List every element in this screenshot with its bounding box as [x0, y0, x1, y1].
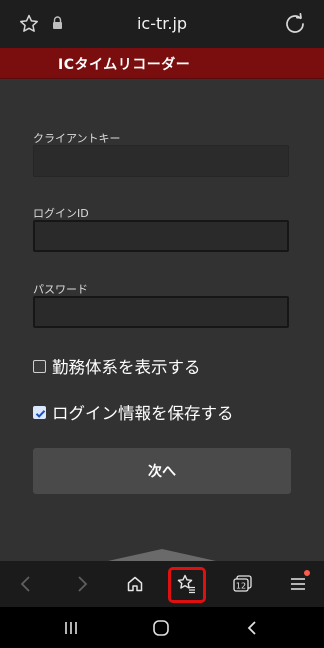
app-title: ICタイムリコーダー	[58, 57, 191, 73]
url-text[interactable]: ic-tr.jp	[0, 14, 324, 33]
system-home-button[interactable]	[139, 607, 183, 648]
save-login-row[interactable]: ログイン情報を保存する	[33, 401, 234, 423]
address-bar: ic-tr.jp	[0, 0, 324, 48]
show-work-system-label[interactable]: 勤務体系を表示する	[52, 354, 201, 378]
login-id-label: ログインID	[33, 207, 89, 220]
recent-apps-icon	[65, 621, 77, 634]
notification-dot	[304, 570, 310, 576]
tabs-icon: 12	[233, 575, 252, 592]
scroll-indicator	[108, 549, 216, 561]
app-header: ICタイムリコーダー	[0, 48, 324, 79]
back-arrow-icon	[20, 576, 30, 592]
password-label: パスワード	[33, 283, 88, 296]
next-button[interactable]: 次へ	[33, 448, 291, 494]
client-key-label: クライアントキー	[33, 132, 121, 145]
save-login-checkbox[interactable]	[33, 405, 46, 419]
client-key-input[interactable]	[33, 145, 289, 177]
password-input[interactable]	[33, 296, 289, 328]
tab-count: 12	[236, 582, 246, 591]
tabs-button[interactable]: 12	[223, 561, 263, 607]
forward-button[interactable]	[62, 561, 102, 607]
show-work-system-row[interactable]: 勤務体系を表示する	[33, 355, 201, 377]
home-circle-icon	[153, 619, 169, 636]
show-work-system-checkbox[interactable]	[33, 359, 46, 373]
login-id-input[interactable]	[33, 220, 289, 252]
browser-toolbar: 12	[0, 561, 324, 607]
home-icon	[127, 576, 143, 592]
menu-button[interactable]	[278, 561, 318, 607]
system-back-button[interactable]	[230, 607, 274, 648]
back-button[interactable]	[6, 561, 46, 607]
reload-icon[interactable]	[283, 12, 307, 36]
bookmarks-highlight-box	[168, 567, 206, 603]
home-button[interactable]	[115, 561, 155, 607]
menu-icon	[291, 578, 305, 590]
back-icon	[247, 620, 256, 635]
recent-apps-button[interactable]	[49, 607, 93, 648]
system-navigation-bar	[0, 607, 324, 648]
forward-arrow-icon	[78, 576, 88, 592]
save-login-label[interactable]: ログイン情報を保存する	[52, 400, 234, 424]
